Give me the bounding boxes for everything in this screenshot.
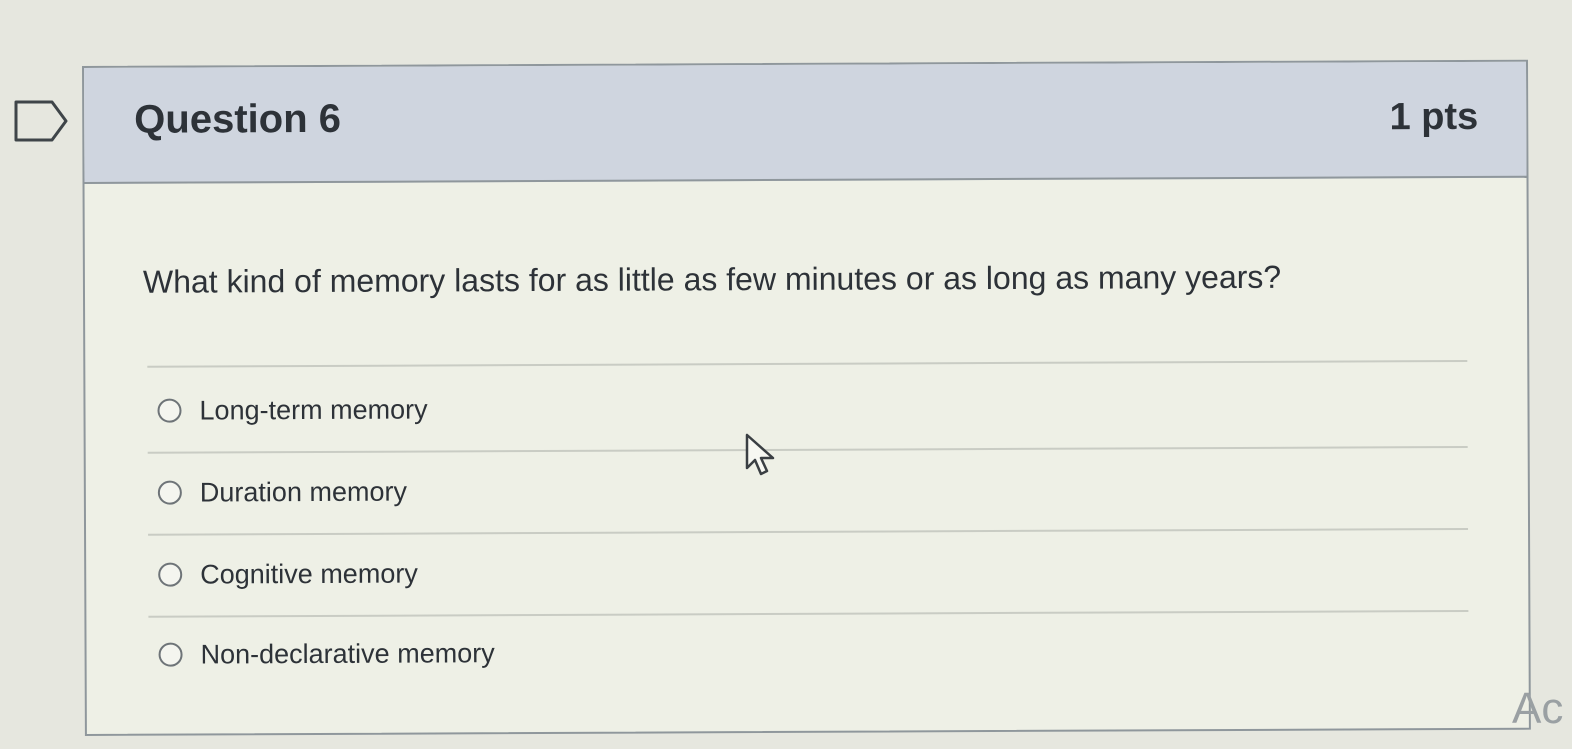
question-title: Question 6 <box>134 96 342 142</box>
question-text: What kind of memory lasts for as little … <box>142 258 1282 300</box>
radio-button[interactable] <box>158 562 183 587</box>
divider <box>147 359 1468 368</box>
divider <box>148 527 1469 536</box>
question-header: Question 6 1 pts <box>84 61 1527 184</box>
mouse-pointer-icon <box>745 433 775 476</box>
answer-option-cognitive[interactable]: Cognitive memory <box>158 549 418 600</box>
divider <box>147 445 1468 454</box>
radio-button[interactable] <box>158 642 183 667</box>
question-card: Question 6 1 pts What kind of memory las… <box>82 59 1531 736</box>
divider <box>148 609 1469 618</box>
answer-label: Non-declarative memory <box>200 637 495 669</box>
flag-question-icon[interactable] <box>12 98 70 144</box>
question-points: 1 pts <box>1389 95 1479 139</box>
partial-corner-text: Ac <box>1512 684 1564 733</box>
answer-label: Cognitive memory <box>200 558 418 589</box>
answer-option-duration[interactable]: Duration memory <box>157 467 407 518</box>
answer-option-non-declarative[interactable]: Non-declarative memory <box>158 628 495 679</box>
answer-option-long-term[interactable]: Long-term memory <box>157 384 428 435</box>
answer-label: Long-term memory <box>199 393 428 425</box>
radio-button[interactable] <box>157 480 182 505</box>
answer-label: Duration memory <box>199 476 407 507</box>
radio-button[interactable] <box>157 398 182 423</box>
